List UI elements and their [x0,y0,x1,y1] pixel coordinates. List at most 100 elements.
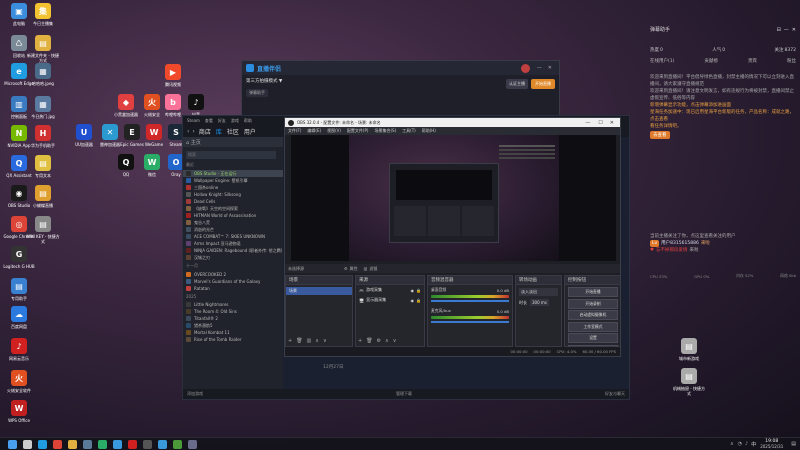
nav-library[interactable]: 库 [216,127,222,136]
down-icon[interactable]: ∨ [323,338,327,344]
minimize-icon[interactable]: — [784,27,789,33]
maximize-icon[interactable]: ☐ [598,120,602,126]
game-list-item[interactable]: Hollow Knight: Silksong [183,191,283,198]
game-list-item[interactable]: Ratatan [183,285,283,292]
game-list-item[interactable]: Wallpaper Engine: 壁纸引擎 [183,177,283,184]
view-task-button[interactable]: 去查看 [650,131,670,139]
source-item[interactable]: 🎮 游戏采集 ◉ 🔒 [356,285,424,295]
clock-date[interactable]: 2025/12/31 [760,444,783,449]
source-item[interactable]: 🖥 显示器采集 ◉ 🔒 [356,295,424,305]
ime-language[interactable]: 中 [751,441,756,448]
obs-window[interactable]: OBS 32.0.4 - 配置文件: 未命名 - 场景: 未命名 — ☐ ✕ 文… [284,117,621,357]
obs-menu-item[interactable]: 配置文件(P) [347,128,369,134]
nav-store[interactable]: 商店 [199,127,211,136]
transition-select[interactable]: 淡入淡出 [519,288,558,296]
obs-menu-item[interactable]: 编辑(E) [307,128,321,134]
desktop-icon[interactable]: ☁ 百度网盘 [2,306,36,329]
desktop-icon[interactable]: ◆ 小黑盒加速器 [112,94,140,117]
avatar[interactable] [520,63,530,73]
obs-control-button[interactable]: 工作室模式 [568,321,618,332]
obs-control-button[interactable]: 设置 [568,333,618,343]
game-list-item[interactable]: Dead Cells [183,198,283,205]
close-icon[interactable]: ✕ [792,27,796,33]
visibility-eye-icon[interactable]: ◉ [411,298,415,303]
steam-menu-item[interactable]: 游戏 [231,118,239,124]
stream-app-window[interactable]: 直播伴侣 — ✕ 第三方拍摄模式 ▼ 弹幕助手 认证主播 开始直播 [241,60,560,122]
stream-icon[interactable] [158,439,167,449]
obs-menu-item[interactable]: 场景集合(S) [374,128,396,134]
steam-menu-item[interactable]: Steam [187,118,200,123]
desktop-icon[interactable]: W WPS Office [2,400,36,423]
desktop-icon[interactable]: ▤ 城市新游戏 [672,338,706,361]
pin-icon[interactable]: ⊟ [777,27,781,33]
go-live-button[interactable]: 开始直播 [531,79,555,89]
explorer-icon[interactable] [68,439,77,449]
source-gear-icon[interactable]: ⚙ [377,338,381,344]
desktop-icon[interactable]: ♪抖音 [182,94,210,117]
lock-icon[interactable]: 🔒 [416,298,421,303]
forward-icon[interactable]: › [192,128,194,135]
edge-icon[interactable] [38,439,47,449]
properties-button[interactable]: 属性 [350,266,358,272]
up-icon[interactable]: ∧ [385,338,389,344]
desktop-icon[interactable]: ▦ 今日热门.jpg [26,96,60,119]
game-list-item[interactable]: 猎杀潜航5 [183,322,283,329]
game-list-item[interactable]: Arms Impact 亚马逊物语 [183,240,283,247]
back-icon[interactable]: ‹ [187,128,189,135]
game-list-item[interactable]: ACE COMBAT™ 7: SKIES UNKNOWN [183,233,283,240]
obs-menu-item[interactable]: 视图(V) [327,128,341,134]
gift-user[interactable]: 用户8315615886 [661,240,699,247]
nav-user[interactable]: 用户 [244,127,256,136]
obs-menu-item[interactable]: 文件(F) [288,128,301,134]
filter-icon[interactable]: ▥ [364,266,368,271]
desktop-icon[interactable]: Q QQ [112,154,140,177]
obs-control-button[interactable]: 开始直播 [568,287,618,297]
obs-control-button[interactable]: 开始录制 [568,298,618,309]
game-list-item[interactable]: Little Nightmares [183,301,283,308]
game-list-item[interactable]: Marvel's Guardians of the Galaxy [183,278,283,285]
up-icon[interactable]: ∧ [315,338,319,344]
search-icon[interactable] [23,439,32,449]
danmaku-helper-link[interactable]: 弹幕助手 [246,89,268,97]
filters-button[interactable]: 滤镜 [369,266,377,272]
game-list-item[interactable]: OBS Studio - 正在运行 [183,170,283,177]
game-list-item[interactable]: HITMAN World of Assassination [183,212,283,219]
game-list-item[interactable]: 汉城之刃 [183,254,283,261]
game-icon[interactable] [173,439,182,449]
remove-source-icon[interactable]: 🗑 [366,338,372,344]
room-selector[interactable]: 第三方拍摄模式 ▼ [246,78,282,84]
obs-menu-item[interactable]: 工具(T) [402,128,416,134]
desktop-icon[interactable]: G Logitech G HUB [2,246,36,269]
chat-tab[interactable]: 贵宾 [748,58,757,64]
desktop-icon[interactable]: ▤ 专用助手 [2,278,36,301]
nav-community[interactable]: 社区 [227,127,239,136]
game-list-item[interactable]: The Room 4: Old Sins [183,308,283,315]
desktop-icon[interactable]: 火火绒安全软件 [2,370,36,393]
desktop-audio-slider[interactable] [431,300,509,302]
steam-icon[interactable] [83,439,92,449]
desktop-icon[interactable]: H 华为手机助手 [26,125,60,148]
lock-icon[interactable]: 🔒 [416,288,421,293]
duration-input[interactable]: 300 ms [530,299,549,306]
game-list-item[interactable]: Titanfall® 2 [183,315,283,322]
visibility-eye-icon[interactable]: ◉ [411,288,415,293]
game-list-item[interactable]: 三国杀online [183,184,283,191]
obs-menu-item[interactable]: 帮助(H) [422,128,436,134]
desktop-icon[interactable]: ▤ 机械抽屉 - 快捷方式 [672,368,706,396]
volume-icon[interactable]: ♪ [745,441,748,447]
friends-chat-button[interactable]: 好友与聊天 [605,391,625,397]
game-list-item[interactable]: 《缺氧》天空的空间探索 [183,205,283,212]
scene-filter-icon[interactable]: ▥ [307,338,312,344]
steam-menu-item[interactable]: 帮助 [244,118,252,124]
mic-audio-slider[interactable] [431,321,509,323]
close-icon[interactable]: ✕ [548,65,552,71]
game-list-item[interactable]: Rise of the Tomb Raider [183,336,283,343]
desktop-icon[interactable]: U UU加速器 [70,124,98,147]
desktop-icon[interactable]: ▤ 专用文本 [26,155,60,178]
obs-icon[interactable] [143,439,152,449]
library-search-input[interactable]: 搜索 [186,151,276,159]
desktop-icon[interactable]: ▦ 哈哈哈.jpeg [26,63,60,86]
desktop-icon[interactable]: ▤ 新建文件夹 - 快捷方式 [26,35,60,63]
desktop-icon[interactable]: 集今日主播集 [26,3,60,26]
tray-chevron-icon[interactable]: ∧ [730,441,734,447]
